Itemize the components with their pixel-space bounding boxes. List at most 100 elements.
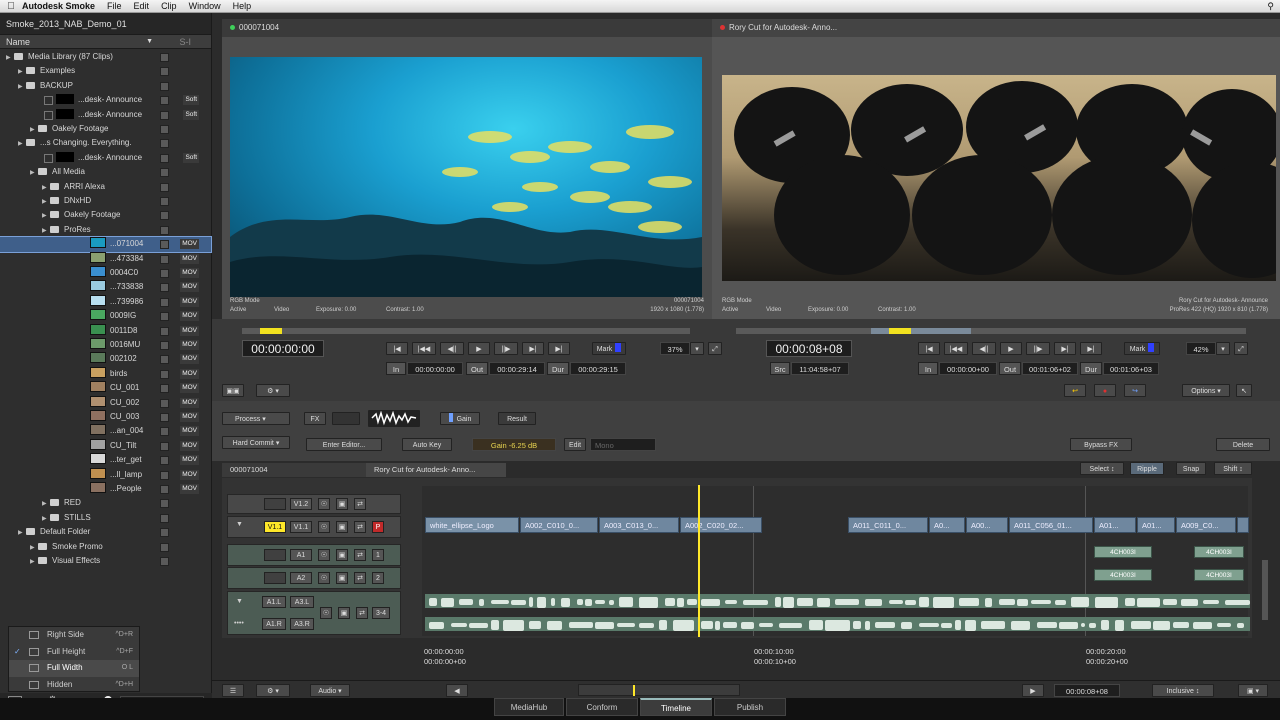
- timeline-scrollbar[interactable]: [578, 684, 740, 696]
- track-label-v12[interactable]: V1.2: [290, 498, 312, 510]
- track-label-a2[interactable]: A2: [290, 572, 312, 584]
- lock-icon[interactable]: ▣: [336, 549, 348, 561]
- track-patch-blank[interactable]: [264, 549, 286, 561]
- expand-arrow-icon[interactable]: ▶: [18, 80, 26, 94]
- record-in-field[interactable]: 00:00:00+00: [939, 362, 997, 375]
- lock-icon[interactable]: ▣: [336, 521, 348, 533]
- source-zoom-field[interactable]: 37%: [660, 342, 690, 355]
- timeline-view-button[interactable]: ▣ ▾: [1238, 684, 1268, 697]
- item-checkbox[interactable]: [160, 456, 169, 466]
- apple-icon[interactable]: : [0, 1, 22, 12]
- item-checkbox[interactable]: [160, 153, 169, 163]
- snap-toggle[interactable]: Snap: [1176, 462, 1206, 475]
- track-patch-a1l[interactable]: A1.L: [262, 596, 286, 608]
- sync-icon[interactable]: ⇄: [354, 521, 366, 533]
- item-checkbox[interactable]: [160, 67, 169, 77]
- library-folder-item[interactable]: ▶ All Media: [0, 165, 211, 179]
- channel-number[interactable]: 2: [372, 572, 384, 584]
- expand-arrow-icon[interactable]: ▶: [30, 123, 38, 137]
- item-checkbox[interactable]: [160, 139, 169, 149]
- mute-icon[interactable]: ☉: [318, 572, 330, 584]
- timeline-clip[interactable]: A009_C0...: [1176, 517, 1236, 533]
- menu-file[interactable]: File: [107, 1, 122, 11]
- item-checkbox[interactable]: [160, 441, 169, 451]
- expand-arrow-icon[interactable]: ▶: [18, 526, 26, 540]
- step-forward-button[interactable]: ||▶: [494, 342, 518, 355]
- timeline-clip[interactable]: A011_C056_01...: [1009, 517, 1093, 533]
- inclusive-dropdown[interactable]: Inclusive ↕: [1152, 684, 1214, 697]
- track-header-a1[interactable]: A1 ☉ ▣ ⇄ 1: [227, 544, 401, 566]
- timeline-settings-button[interactable]: ⚙ ▾: [256, 684, 290, 697]
- timeline-tab-record[interactable]: Rory Cut for Autodesk- Anno...: [366, 463, 506, 477]
- tab-publish[interactable]: Publish: [714, 698, 786, 716]
- timeline-clip[interactable]: A0...: [929, 517, 965, 533]
- menu-item-full-width[interactable]: Full Width O L: [9, 660, 139, 677]
- channel-number[interactable]: 3-4: [372, 607, 390, 619]
- auto-key-button[interactable]: Auto Key: [402, 438, 452, 451]
- source-video-frame[interactable]: [230, 57, 702, 297]
- expand-arrow-icon[interactable]: ▶: [30, 541, 38, 555]
- record-viewer[interactable]: RGB Mode Active Video Exposure: 0.00 Con…: [712, 37, 1280, 319]
- timeline-timecode-field[interactable]: 00:00:08+08: [1054, 684, 1120, 697]
- timeline-clip[interactable]: A01...: [1137, 517, 1175, 533]
- item-checkbox[interactable]: [160, 53, 169, 62]
- record-scrub-bar[interactable]: [736, 328, 1246, 334]
- library-folder-item[interactable]: ▶ Oakely Footage: [0, 208, 211, 222]
- record-timecode[interactable]: 00:00:08+08: [766, 340, 852, 357]
- bypass-fx-button[interactable]: Bypass FX: [1070, 438, 1132, 451]
- play-button[interactable]: ▶: [468, 342, 490, 355]
- expand-arrow-icon[interactable]: ▶: [42, 209, 50, 223]
- track-label-a3r[interactable]: A3.R: [290, 618, 314, 630]
- source-in-field[interactable]: 00:00:00:00: [407, 362, 463, 375]
- source-scrub-position[interactable]: [259, 328, 282, 334]
- redo-icon[interactable]: ↪: [1124, 384, 1146, 397]
- mark-button[interactable]: Mark: [592, 342, 626, 355]
- library-clip-item[interactable]: 002102 MOV: [0, 352, 211, 366]
- si-column-header[interactable]: S-I: [179, 35, 191, 49]
- tab-mediahub[interactable]: MediaHub: [494, 698, 564, 716]
- item-checkbox[interactable]: [160, 485, 169, 494]
- fx-button[interactable]: FX: [304, 412, 326, 425]
- item-checkbox[interactable]: [160, 225, 169, 235]
- library-clip-item[interactable]: ...an_004 MOV: [0, 424, 211, 438]
- expand-arrow-icon[interactable]: ▶: [18, 137, 26, 151]
- library-clip-item[interactable]: ...071004 MOV: [0, 236, 212, 253]
- menu-clip[interactable]: Clip: [161, 1, 177, 11]
- item-checkbox[interactable]: [160, 369, 169, 379]
- hard-commit-dropdown[interactable]: Hard Commit ▾: [222, 436, 290, 449]
- item-checkbox[interactable]: [160, 398, 169, 408]
- item-checkbox[interactable]: [160, 355, 169, 365]
- timeline-vertical-scrollbar[interactable]: [1262, 560, 1268, 620]
- expand-arrow-icon[interactable]: ▶: [42, 181, 50, 195]
- pointer-icon[interactable]: ↖: [1236, 384, 1252, 397]
- process-dropdown[interactable]: Process ▾: [222, 412, 290, 425]
- ripple-toggle[interactable]: Ripple: [1130, 462, 1164, 475]
- item-checkbox[interactable]: [160, 326, 169, 336]
- expand-arrow-icon[interactable]: ▶: [30, 555, 38, 569]
- menu-edit[interactable]: Edit: [134, 1, 150, 11]
- mute-icon[interactable]: ☉: [318, 498, 330, 510]
- item-checkbox[interactable]: [160, 211, 169, 221]
- item-checkbox[interactable]: [160, 81, 169, 91]
- sync-icon[interactable]: ⇄: [356, 607, 368, 619]
- track-patch-blank[interactable]: [264, 498, 286, 510]
- library-clip-item[interactable]: CU_003 MOV: [0, 410, 211, 424]
- rec-zoom-dropdown[interactable]: ▾: [1216, 342, 1230, 355]
- library-clip-item[interactable]: ...ter_get MOV: [0, 453, 211, 467]
- prev-frame-button[interactable]: |◀◀: [412, 342, 436, 355]
- library-folder-item[interactable]: ▶ BACKUP: [0, 79, 211, 93]
- source-timecode[interactable]: 00:00:00:00: [242, 340, 324, 357]
- expand-arrow-icon[interactable]: ▶: [30, 166, 38, 180]
- search-icon[interactable]: ⚲: [1267, 1, 1274, 12]
- item-checkbox[interactable]: [160, 341, 169, 350]
- rec-fit-icon[interactable]: ⤢: [1234, 342, 1248, 355]
- audio-clip[interactable]: 4CH003I: [1094, 569, 1152, 581]
- library-clip-item[interactable]: ...473384 MOV: [0, 251, 211, 266]
- item-checkbox[interactable]: [160, 297, 169, 307]
- audio-waveform-left[interactable]: [425, 594, 1250, 608]
- select-dropdown[interactable]: Select ↕: [1080, 462, 1124, 475]
- timeline-clip[interactable]: white_ellipse_Logo: [425, 517, 519, 533]
- source-viewer-tab[interactable]: 000071004: [222, 19, 712, 37]
- item-checkbox[interactable]: [160, 182, 169, 192]
- track-label-a3l[interactable]: A3.L: [290, 596, 314, 608]
